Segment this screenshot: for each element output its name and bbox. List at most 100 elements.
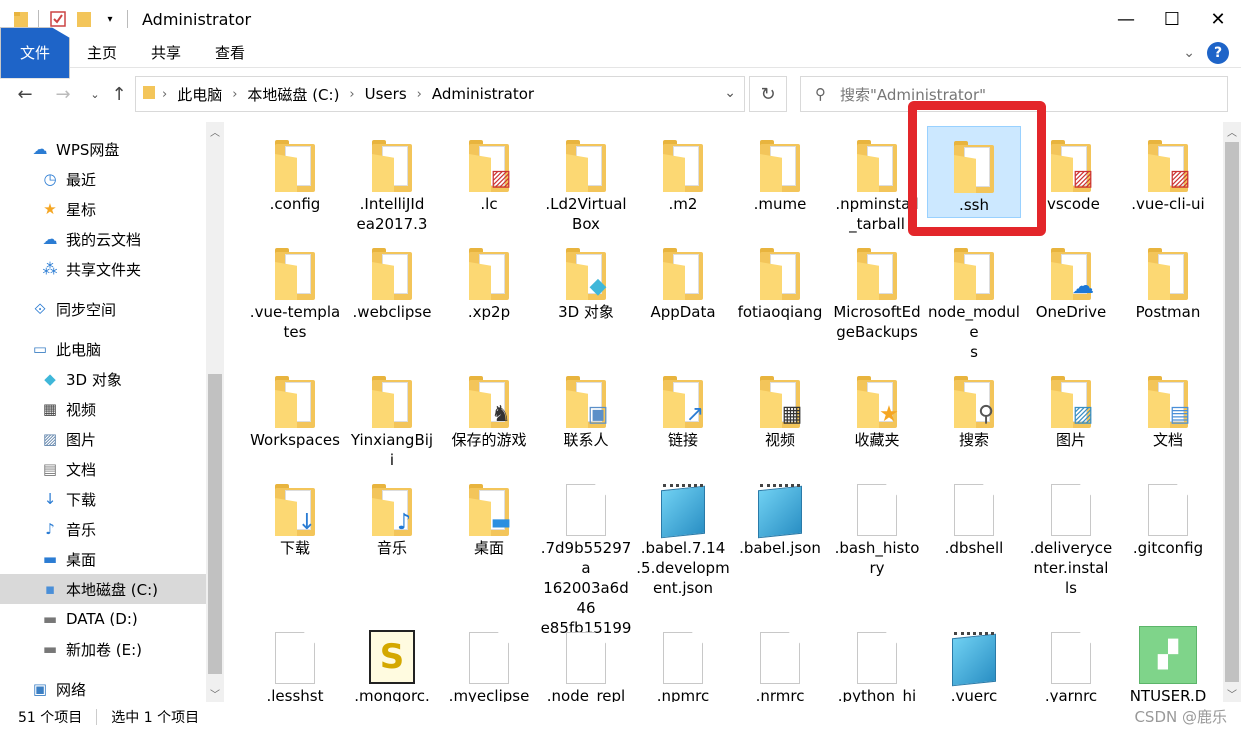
folder-item[interactable]: .xp2p	[442, 234, 536, 322]
folder-item[interactable]: ▨ .vue-cli-ui	[1121, 126, 1215, 214]
folder-item[interactable]: ▬ 桌面	[442, 470, 536, 558]
expand-ribbon-icon[interactable]: ⌄	[1183, 45, 1195, 61]
sidebar-item[interactable]: ▨ 图片	[0, 424, 206, 454]
folder-item[interactable]: .webclipse	[345, 234, 439, 322]
file-item[interactable]: .vuerc	[927, 618, 1021, 702]
minimize-button[interactable]: —	[1103, 0, 1149, 38]
sidebar-item[interactable]: ★ 星标	[0, 194, 206, 224]
chevron-right-icon[interactable]: ›	[417, 87, 422, 102]
file-item[interactable]: .npmrc	[636, 618, 730, 702]
sidebar-item[interactable]: ▬ 桌面	[0, 544, 206, 574]
breadcrumb-drive-c[interactable]: 本地磁盘 (C:)	[247, 84, 339, 105]
sidebar-item[interactable]: ▬ DATA (D:)	[0, 604, 206, 634]
scroll-up-icon[interactable]: ︿	[1223, 122, 1241, 140]
new-folder-icon[interactable]	[73, 8, 95, 30]
folder-item[interactable]: YinxiangBij i	[345, 362, 439, 470]
chevron-down-icon[interactable]: ⌄	[724, 85, 736, 101]
sidebar-item[interactable]: ☁ 我的云文档	[0, 224, 206, 254]
maximize-button[interactable]: ☐	[1149, 0, 1195, 38]
folder-item[interactable]: node_module s	[927, 234, 1021, 362]
scrollbar-thumb[interactable]	[208, 374, 222, 674]
address-bar[interactable]: › 此电脑 › 本地磁盘 (C:) › Users › Administrato…	[135, 76, 745, 112]
folder-item[interactable]: .mume	[733, 126, 827, 214]
file-item[interactable]: ▞ NTUSER.D	[1121, 618, 1215, 702]
tab-home[interactable]: 主页	[70, 38, 134, 68]
folder-item[interactable]: .vue-templa tes	[248, 234, 342, 342]
scroll-up-icon[interactable]: ︿	[206, 122, 224, 140]
sidebar-item[interactable]: ▭ 此电脑	[0, 334, 206, 364]
breadcrumb-this-pc[interactable]: 此电脑	[177, 84, 222, 105]
folder-item[interactable]: ⚲ 搜索	[927, 362, 1021, 450]
up-button[interactable]: ↑	[106, 80, 132, 108]
folder-item[interactable]: ↓ 下载	[248, 470, 342, 558]
file-item[interactable]: .lesshst	[248, 618, 342, 702]
chevron-right-icon[interactable]: ›	[162, 87, 167, 102]
folder-item[interactable]: ♪ 音乐	[345, 470, 439, 558]
content-scrollbar[interactable]: ︿ ﹀	[1223, 122, 1241, 702]
file-item[interactable]: .bash_histo ry	[830, 470, 924, 578]
sidebar-item[interactable]: ♪ 音乐	[0, 514, 206, 544]
back-button[interactable]: ←	[12, 80, 38, 108]
folder-item[interactable]: ☁ OneDrive	[1024, 234, 1118, 322]
recent-locations-icon[interactable]: ⌄	[82, 80, 108, 108]
breadcrumb-administrator[interactable]: Administrator	[432, 85, 534, 103]
breadcrumb-users[interactable]: Users	[365, 85, 407, 103]
scroll-down-icon[interactable]: ﹀	[206, 684, 224, 702]
scrollbar-thumb[interactable]	[1225, 142, 1239, 682]
scroll-down-icon[interactable]: ﹀	[1223, 684, 1241, 702]
folder-item[interactable]: MicrosoftEd geBackups	[830, 234, 924, 342]
file-item[interactable]: .python_hi	[830, 618, 924, 702]
file-item[interactable]: S .mongorc.	[345, 618, 439, 702]
sidebar-item[interactable]: ◷ 最近	[0, 164, 206, 194]
folder-item[interactable]: ♞ 保存的游戏	[442, 362, 536, 450]
folder-item[interactable]: fotiaoqiang	[733, 234, 827, 322]
item-name: .babel.json	[739, 539, 821, 557]
folder-item[interactable]: AppData	[636, 234, 730, 322]
refresh-button[interactable]: ↻	[749, 76, 787, 112]
sidebar-item[interactable]: ☁ WPS网盘	[0, 134, 206, 164]
sidebar-item[interactable]: ▦ 视频	[0, 394, 206, 424]
sidebar-item[interactable]: ⁂ 共享文件夹	[0, 254, 206, 284]
folder-item[interactable]: ▨ .lc	[442, 126, 536, 214]
folder-item[interactable]: .m2	[636, 126, 730, 214]
folder-item[interactable]: .IntelliJId ea2017.3	[345, 126, 439, 234]
file-item[interactable]: .babel.7.14 .5.developm ent.json	[636, 470, 730, 598]
file-item[interactable]: .gitconfig	[1121, 470, 1215, 558]
file-item[interactable]: .node_repl	[539, 618, 633, 702]
tab-view[interactable]: 查看	[198, 38, 262, 68]
close-button[interactable]: ✕	[1195, 0, 1241, 38]
item-icon-wrapper: ▤	[1121, 362, 1215, 428]
file-item[interactable]: .dbshell	[927, 470, 1021, 558]
file-item[interactable]: .nrmrc	[733, 618, 827, 702]
tab-share[interactable]: 共享	[134, 38, 198, 68]
sidebar-item[interactable]: ▬ 新加卷 (E:)	[0, 634, 206, 664]
folder-item[interactable]: ◆ 3D 对象	[539, 234, 633, 322]
customize-dropdown-icon[interactable]: ▾	[99, 8, 121, 30]
sidebar-item[interactable]: ↓ 下载	[0, 484, 206, 514]
folder-item[interactable]: Postman	[1121, 234, 1215, 322]
help-button[interactable]: ?	[1207, 42, 1229, 64]
sidebar-item[interactable]: ▣ 网络	[0, 674, 206, 704]
folder-item[interactable]: ▦ 视频	[733, 362, 827, 450]
sidebar-item[interactable]: ◆ 3D 对象	[0, 364, 206, 394]
chevron-right-icon[interactable]: ›	[349, 87, 354, 102]
chevron-right-icon[interactable]: ›	[232, 87, 237, 102]
file-item[interactable]: .babel.json	[733, 470, 827, 558]
file-item[interactable]: .deliveryce nter.instal ls	[1024, 470, 1118, 598]
sidebar-item[interactable]: ▤ 文档	[0, 454, 206, 484]
folder-item[interactable]: ▣ 联系人	[539, 362, 633, 450]
forward-button[interactable]: →	[50, 80, 76, 108]
sidebar-item[interactable]: ▪ 本地磁盘 (C:)	[0, 574, 206, 604]
folder-item[interactable]: ▨ 图片	[1024, 362, 1118, 450]
sync-icon: ⟐	[34, 300, 46, 318]
folder-item[interactable]: ▤ 文档	[1121, 362, 1215, 450]
folder-item[interactable]: .config	[248, 126, 342, 214]
folder-item[interactable]: ↗ 链接	[636, 362, 730, 450]
sidebar-item[interactable]: ⟐ 同步空间	[0, 294, 206, 324]
file-item[interactable]: .yarnrc	[1024, 618, 1118, 702]
folder-item[interactable]: .Ld2Virtual Box	[539, 126, 633, 234]
folder-item[interactable]: ★ 收藏夹	[830, 362, 924, 450]
folder-item[interactable]: Workspaces	[248, 362, 342, 450]
sidebar-scrollbar[interactable]: ︿ ﹀	[206, 122, 224, 702]
file-item[interactable]: .myeclipse	[442, 618, 536, 702]
